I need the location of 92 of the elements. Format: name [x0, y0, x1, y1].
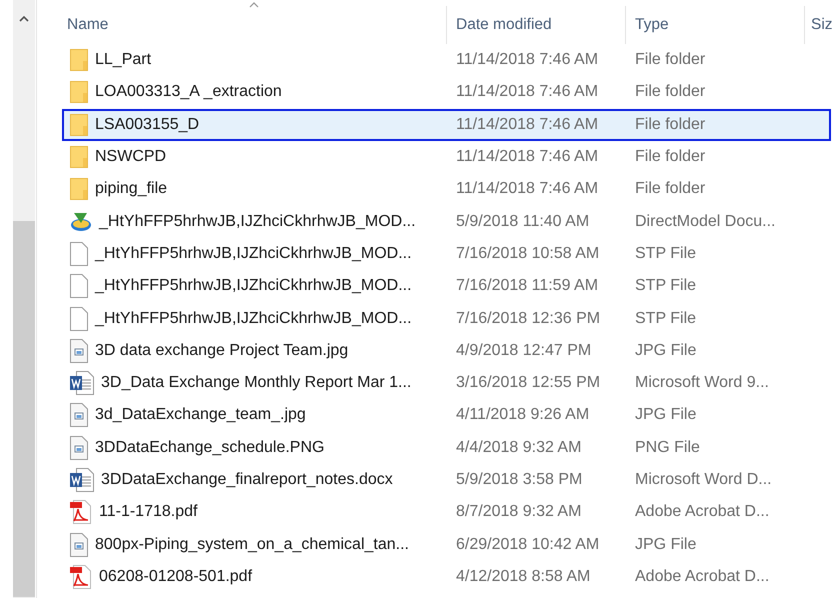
file-name: NSWCPD [95, 148, 166, 166]
file-row[interactable]: NSWCPD 11/14/2018 7:46 AM File folder [62, 140, 831, 174]
file-name: 3D_Data Exchange Monthly Report Mar 1... [101, 374, 412, 392]
document-icon [70, 274, 88, 298]
file-row[interactable]: _HtYhFFP5hrhwJB,IJZhciCkhrhwJB_MOD... 5/9/2018 11:40 AM DirectModel Docu... [62, 205, 831, 238]
file-name: piping_file [95, 180, 168, 198]
date-modified: 3/16/2018 12:55 PM [455, 374, 602, 392]
file-row[interactable]: 3DDataEchange_schedule.PNG 4/4/2018 9:32 AM PNG File [62, 432, 831, 464]
file-type: PNG File [634, 438, 701, 457]
file-name: 11-1-1718.pdf [99, 503, 198, 522]
date-modified: 11/14/2018 7:46 AM [455, 116, 600, 134]
file-type: DirectModel Docu... [634, 212, 776, 231]
image-file-icon [70, 403, 88, 428]
file-name: _HtYhFFP5hrhwJB,IJZhciCkhrhwJB_MOD... [95, 310, 412, 328]
word-document-icon [70, 371, 94, 396]
file-row[interactable]: 3d_DataExchange_team_.jpg 4/11/2018 9:26 AM JPG File [62, 399, 831, 432]
file-row[interactable]: 11-1-1718.pdf 8/7/2018 9:32 AM Adobe Acrobat D... [62, 496, 831, 528]
pdf-document-icon [70, 564, 92, 589]
file-row[interactable]: LOA003313_A _extraction 11/14/2018 7:46 AM File folder [62, 76, 831, 109]
folder-icon [70, 178, 88, 200]
file-name: LL_Part [95, 51, 152, 70]
file-name: _HtYhFFP5hrhwJB,IJZhciCkhrhwJB_MOD... [99, 212, 416, 231]
file-type: Microsoft Word D... [634, 471, 773, 489]
date-modified: 7/16/2018 12:36 PM [455, 310, 602, 328]
file-name: _HtYhFFP5hrhwJB,IJZhciCkhrhwJB_MOD... [95, 244, 412, 263]
file-name: 06208-01208-501.pdf [99, 568, 252, 586]
pdf-document-icon [70, 500, 92, 524]
document-icon [70, 242, 88, 266]
folder-icon [70, 81, 88, 104]
folder-icon [70, 146, 88, 168]
scrollbar[interactable] [13, 0, 35, 598]
file-type: Adobe Acrobat D... [634, 568, 770, 586]
date-modified: 4/12/2018 8:58 AM [455, 568, 592, 586]
file-row[interactable]: _HtYhFFP5hrhwJB,IJZhciCkhrhwJB_MOD... 7/16/2018 10:58 AM STP File [62, 238, 831, 270]
image-file-icon [70, 436, 88, 460]
image-file-icon [70, 338, 88, 363]
file-row[interactable]: LSA003155_D 11/14/2018 7:46 AM File folder [62, 108, 831, 141]
file-type: File folder [634, 180, 706, 198]
file-row[interactable]: 06208-01208-501.pdf 4/12/2018 8:58 AM Adobe Acrobat D... [62, 560, 831, 594]
file-row[interactable]: 3D_Data Exchange Monthly Report Mar 1... 3/16/2018 12:55 PM Microsoft Word 9... [62, 366, 831, 400]
file-type: File folder [634, 148, 706, 166]
file-type: Microsoft Word 9... [634, 374, 770, 392]
scroll-up-icon[interactable] [19, 15, 29, 22]
file-row[interactable]: LL_Part 11/14/2018 7:46 AM File folder [62, 44, 831, 76]
file-type: File folder [634, 83, 706, 102]
file-type: File folder [634, 116, 706, 134]
sort-caret-icon [249, 2, 259, 8]
date-modified: 7/16/2018 10:58 AM [455, 244, 600, 263]
column-header[interactable]: Type [625, 6, 804, 44]
file-row[interactable]: 3D data exchange Project Team.jpg 4/9/2018 12:47 PM JPG File [62, 334, 831, 367]
file-row[interactable]: _HtYhFFP5hrhwJB,IJZhciCkhrhwJB_MOD... 7/16/2018 12:36 PM STP File [62, 302, 831, 335]
file-row[interactable]: _HtYhFFP5hrhwJB,IJZhciCkhrhwJB_MOD... 7/16/2018 11:59 AM STP File [62, 270, 831, 302]
file-name: 3d_DataExchange_team_.jpg [95, 406, 306, 424]
date-modified: 11/14/2018 7:46 AM [455, 83, 600, 102]
file-name: 800px-Piping_system_on_a_chemical_tan... [95, 536, 409, 554]
file-type: STP File [634, 310, 698, 328]
word-document-icon [70, 468, 94, 492]
file-row[interactable]: 800px-Piping_system_on_a_chemical_tan... 6/29/2018 10:42 AM JPG File [62, 528, 831, 561]
file-row[interactable]: piping_file 11/14/2018 7:46 AM File folder [62, 173, 831, 206]
file-type: STP File [634, 244, 698, 263]
file-name: 3DDataEchange_schedule.PNG [95, 438, 324, 457]
date-modified: 11/14/2018 7:46 AM [455, 148, 600, 166]
date-modified: 11/14/2018 7:46 AM [455, 51, 600, 70]
date-modified: 8/7/2018 9:32 AM [455, 503, 582, 522]
date-modified: 7/16/2018 11:59 AM [455, 277, 600, 296]
document-icon [70, 306, 88, 331]
date-modified: 5/9/2018 3:58 PM [455, 471, 584, 489]
file-type: JPG File [634, 536, 698, 554]
scrollbar-thumb[interactable] [13, 221, 35, 597]
file-type: STP File [634, 277, 698, 296]
date-modified: 5/9/2018 11:40 AM [455, 212, 590, 231]
date-modified: 11/14/2018 7:46 AM [455, 180, 600, 198]
column-header[interactable]: Name [62, 6, 446, 44]
folder-icon [70, 114, 88, 136]
file-type: Adobe Acrobat D... [634, 503, 770, 522]
file-type: JPG File [634, 406, 698, 424]
file-type: File folder [634, 51, 706, 70]
date-modified: 6/29/2018 10:42 AM [455, 536, 600, 554]
file-name: LOA003313_A _extraction [95, 83, 282, 102]
file-name: 3DDataExchange_finalreport_notes.docx [101, 471, 393, 489]
column-header[interactable]: Siz [804, 6, 834, 44]
column-header[interactable]: Date modified [446, 6, 625, 44]
date-modified: 4/9/2018 12:47 PM [455, 342, 592, 360]
date-modified: 4/4/2018 9:32 AM [455, 438, 582, 457]
file-type: JPG File [634, 342, 698, 360]
folder-icon [70, 49, 88, 72]
file-name: _HtYhFFP5hrhwJB,IJZhciCkhrhwJB_MOD... [95, 277, 412, 296]
file-name: 3D data exchange Project Team.jpg [95, 342, 348, 360]
date-modified: 4/11/2018 9:26 AM [455, 406, 590, 424]
file-name: LSA003155_D [95, 116, 200, 134]
file-row[interactable]: 3DDataExchange_finalreport_notes.docx 5/9/2018 3:58 PM Microsoft Word D... [62, 464, 831, 496]
image-file-icon [70, 532, 88, 557]
